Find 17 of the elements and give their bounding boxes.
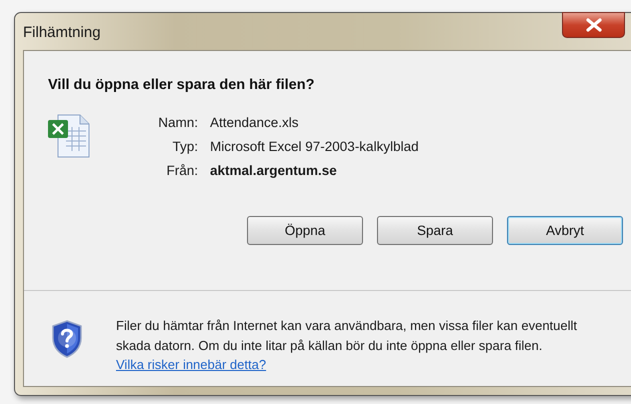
dialog-heading: Vill du öppna eller spara den här filen?	[48, 77, 316, 93]
field-value: Microsoft Excel 97-2003-kalkylblad	[210, 139, 419, 154]
field-label: Från:	[165, 163, 198, 178]
close-button[interactable]	[562, 12, 625, 38]
warning-text: Filer du hämtar från Internet kan vara användbara, men vissa filer kan eventuellt skada datorn. Om du inte litar på källan bör du inte öppna eller spara filen. Vilka risker innebär detta?	[116, 317, 578, 374]
close-icon	[584, 18, 602, 32]
field-value: aktmal.argentum.se	[210, 163, 338, 178]
spreadsheet-file-icon	[46, 113, 92, 159]
risks-link[interactable]: Vilka risker innebär detta?	[116, 357, 266, 372]
field-value: Attendance.xls	[210, 115, 300, 130]
window-title: Filhämtning	[23, 24, 101, 41]
field-label: Namn:	[157, 115, 198, 130]
field-label: Typ:	[171, 139, 198, 154]
dialog-button[interactable]: Spara	[377, 216, 493, 245]
dialog-button[interactable]: Öppna	[247, 216, 363, 245]
shield-question-icon	[51, 320, 83, 358]
dialog-button[interactable]: Avbryt	[507, 216, 623, 245]
